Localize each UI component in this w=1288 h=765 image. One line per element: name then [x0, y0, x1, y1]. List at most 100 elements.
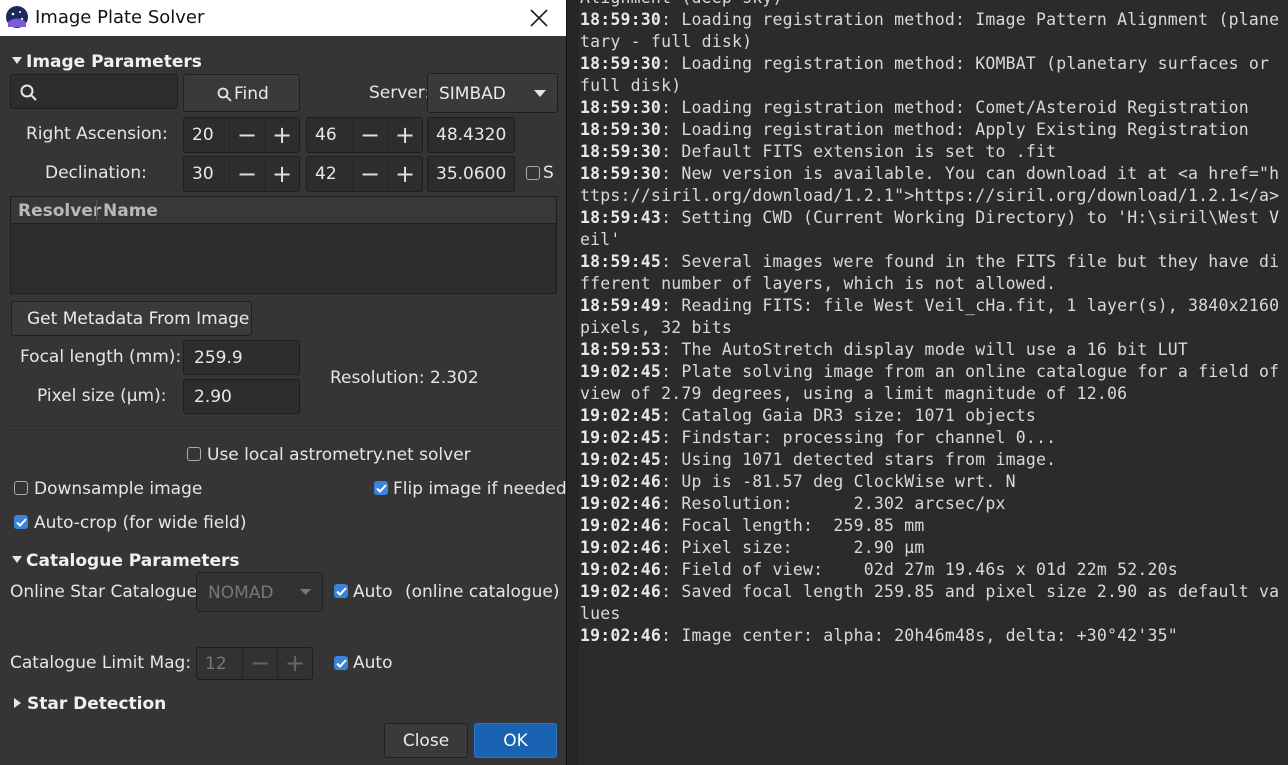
log-message: : Reading FITS: file West Veil_cHa.fit, … — [580, 296, 1280, 337]
limit-auto-label: Auto — [353, 653, 393, 673]
plus-icon[interactable]: + — [264, 118, 299, 152]
minus-icon[interactable]: − — [242, 648, 277, 679]
close-button[interactable]: Close — [384, 723, 468, 758]
online-auto-checkbox[interactable] — [334, 584, 348, 598]
minus-icon[interactable]: − — [229, 118, 264, 152]
console-edge — [567, 0, 579, 765]
pixel-size-field[interactable]: 2.90 — [183, 379, 300, 414]
dec-seconds-field[interactable]: 35.0600 — [427, 156, 515, 192]
column-header-name[interactable]: Name — [103, 201, 158, 221]
log-line: Alignment (deep-sky) — [580, 0, 1285, 9]
separator — [10, 426, 557, 428]
limit-auto-checkbox[interactable] — [334, 656, 348, 670]
dec-minutes-spinner[interactable]: 42 − + — [306, 156, 423, 192]
ra-minutes-value: 46 — [315, 125, 337, 145]
online-catalogue-value: NOMAD — [208, 583, 274, 603]
log-line: 19:02:46: Focal length: 259.85 mm — [580, 515, 1285, 537]
checkmark-icon — [336, 587, 347, 596]
resolution-value: 2.302 — [430, 368, 479, 388]
south-checkbox[interactable] — [526, 166, 540, 180]
log-message: : Saved focal length 259.85 and pixel si… — [580, 582, 1280, 623]
ra-seconds-value: 48.4320 — [436, 125, 507, 145]
minus-icon[interactable]: − — [352, 157, 387, 191]
autocrop-checkbox[interactable] — [14, 515, 28, 529]
checkmark-icon — [376, 484, 387, 493]
flip-image-checkbox[interactable] — [374, 481, 388, 495]
ra-seconds-field[interactable]: 48.4320 — [427, 117, 515, 153]
limit-mag-value: 12 — [205, 653, 227, 674]
find-label: Find — [234, 84, 269, 104]
log-line: 18:59:49: Reading FITS: file West Veil_c… — [580, 295, 1285, 339]
log-line: 19:02:46: Pixel size: 2.90 µm — [580, 537, 1285, 559]
log-timestamp: 18:59:30 — [580, 120, 662, 139]
pixel-size-label: Pixel size (µm): — [37, 386, 167, 406]
ra-hours-spinner[interactable]: 20 − + — [183, 117, 300, 153]
log-message: : Loading registration method: Image Pat… — [580, 10, 1280, 51]
log-line: 19:02:46: Saved focal length 259.85 and … — [580, 581, 1285, 625]
log-timestamp: 18:59:49 — [580, 296, 662, 315]
search-icon — [20, 84, 37, 101]
dec-degrees-spinner[interactable]: 30 − + — [183, 156, 300, 192]
focal-length-field[interactable]: 259.9 — [183, 340, 300, 375]
resolution-label: Resolution: — [330, 368, 425, 388]
log-line: 18:59:43: Setting CWD (Current Working D… — [580, 207, 1285, 251]
plus-icon[interactable]: + — [277, 648, 312, 679]
log-line: 19:02:46: Image center: alpha: 20h46m48s… — [580, 625, 1285, 647]
downsample-label: Downsample image — [34, 479, 203, 499]
log-message: : Loading registration method: Apply Exi… — [661, 120, 1249, 139]
log-line: 18:59:30: Loading registration method: C… — [580, 97, 1285, 119]
online-catalogue-dropdown[interactable]: NOMAD — [196, 572, 323, 612]
log-timestamp: 19:02:45 — [580, 428, 662, 447]
find-button[interactable]: Find — [183, 74, 300, 112]
window-title: Image Plate Solver — [35, 7, 205, 28]
local-solver-label: Use local astrometry.net solver — [207, 445, 471, 465]
plus-icon[interactable]: + — [264, 157, 299, 191]
star-detection-label: Star Detection — [27, 694, 167, 714]
resolver-table[interactable]: Resolver Name — [10, 196, 557, 294]
local-solver-checkbox[interactable] — [187, 447, 201, 461]
ra-minutes-spinner[interactable]: 46 − + — [306, 117, 423, 153]
south-label: S — [543, 163, 554, 183]
log-line: 18:59:30: Loading registration method: K… — [580, 53, 1285, 97]
plus-icon[interactable]: + — [387, 118, 422, 152]
close-button-label: Close — [402, 731, 450, 751]
log-timestamp: 18:59:53 — [580, 340, 662, 359]
dec-label: Declination: — [45, 163, 147, 183]
log-message: : Several images were found in the FITS … — [580, 252, 1280, 293]
log-timestamp: 18:59:30 — [580, 54, 662, 73]
minus-icon[interactable]: − — [229, 157, 264, 191]
focal-length-value: 259.9 — [194, 347, 243, 368]
log-timestamp: 18:59:45 — [580, 252, 662, 271]
search-input[interactable] — [10, 74, 178, 109]
server-dropdown[interactable]: SIMBAD — [427, 73, 558, 113]
focal-length-label: Focal length (mm): — [20, 347, 182, 367]
limit-mag-spinner[interactable]: 12 − + — [196, 647, 313, 680]
checkmark-icon — [16, 518, 27, 527]
log-line: 19:02:46: Up is -81.57 deg ClockWise wrt… — [580, 471, 1285, 493]
log-line: 18:59:30: New version is available. You … — [580, 163, 1285, 207]
log-timestamp: 18:59:30 — [580, 10, 662, 29]
minus-icon[interactable]: − — [352, 118, 387, 152]
log-timestamp: 19:02:46 — [580, 582, 662, 601]
log-timestamp: 19:02:46 — [580, 626, 662, 645]
log-message: : The AutoStretch display mode will use … — [661, 340, 1189, 359]
column-header-resolver[interactable]: Resolver — [18, 201, 101, 221]
image-parameters-header[interactable]: Image Parameters — [12, 52, 202, 72]
get-metadata-button[interactable]: Get Metadata From Image — [11, 301, 252, 336]
star-detection-header[interactable]: Star Detection — [14, 694, 166, 714]
log-message: Alignment (deep-sky) — [580, 0, 783, 7]
log-timestamp: 19:02:46 — [580, 494, 662, 513]
log-line: 18:59:30: Default FITS extension is set … — [580, 141, 1285, 163]
plus-icon[interactable]: + — [387, 157, 422, 191]
close-icon[interactable] — [528, 7, 550, 29]
downsample-checkbox[interactable] — [14, 481, 28, 495]
log-message: : Up is -81.57 deg ClockWise wrt. N — [661, 472, 1016, 491]
ok-button[interactable]: OK — [474, 723, 557, 758]
dec-minutes-value: 42 — [315, 164, 337, 184]
log-message: : Focal length: 259.85 mm — [661, 516, 925, 535]
catalogue-parameters-header[interactable]: Catalogue Parameters — [12, 551, 240, 571]
ra-hours-value: 20 — [192, 125, 214, 145]
log-line: 19:02:45: Catalog Gaia DR3 size: 1071 ob… — [580, 405, 1285, 427]
dec-degrees-value: 30 — [192, 164, 214, 184]
chevron-down-icon — [300, 589, 311, 595]
